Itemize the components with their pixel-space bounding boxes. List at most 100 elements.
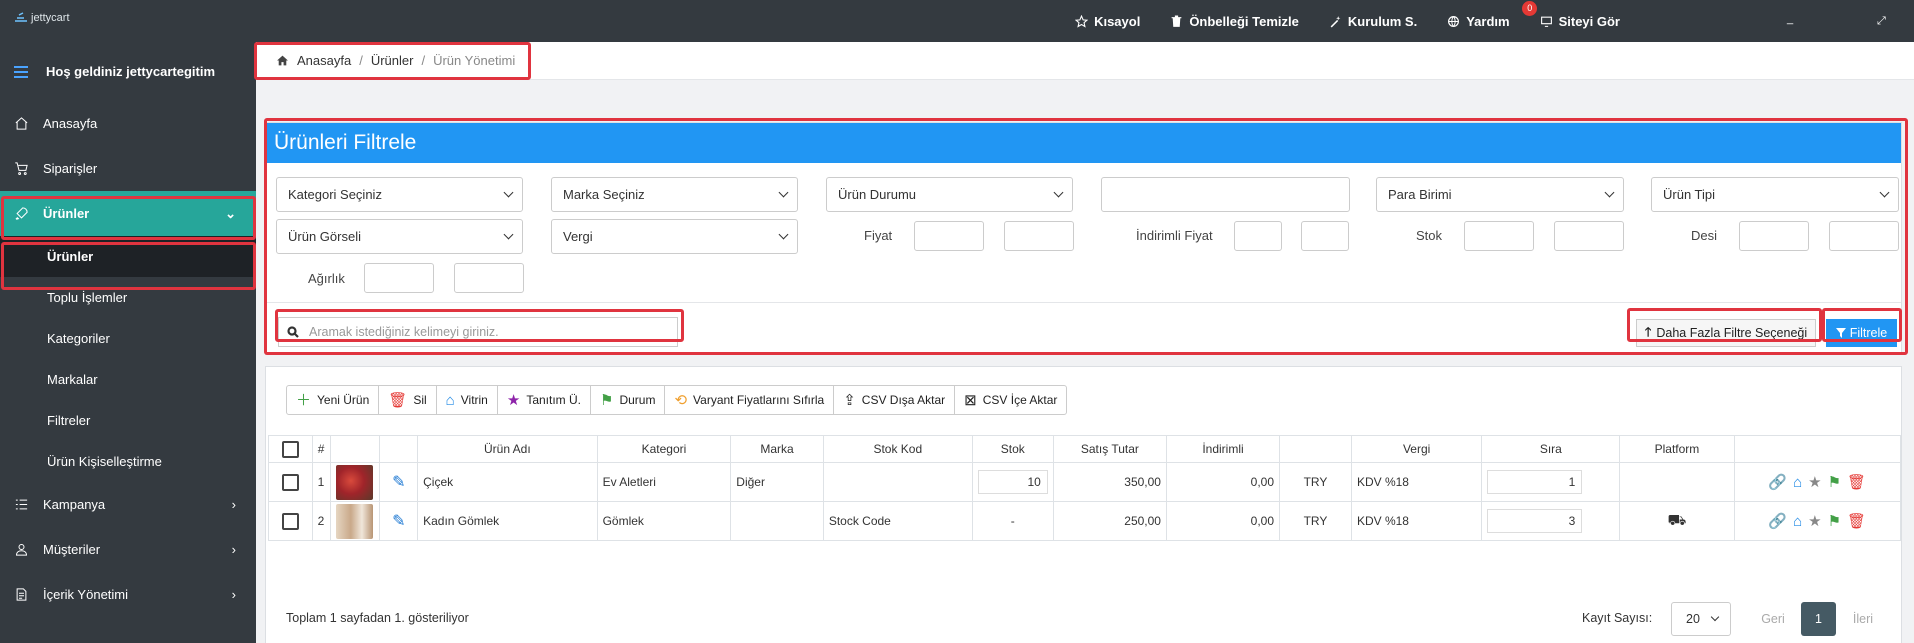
free-text-field[interactable] [1101,177,1350,212]
sidebar-item-content[interactable]: İçerik Yönetimi › [0,572,256,617]
chevron-down-icon: ⌄ [225,205,236,221]
chevron-right-icon: › [231,587,236,602]
showcase-button[interactable]: ⌂ Vitrin [437,386,498,414]
table-row[interactable]: 1 ✎ Çiçek Ev Aletleri Diğer 10 350,00 0,… [268,462,1901,502]
logo-text: jettycart [31,12,70,24]
home-icon[interactable]: ⌂ [1793,474,1802,491]
per-page-select[interactable]: 20 [1671,602,1731,636]
csv-import-button[interactable]: ⊠ CSV İçe Aktar [955,386,1066,414]
col-edit [379,435,419,463]
weight-min-input[interactable] [364,263,434,293]
delete-button[interactable]: 🗑 Sil [379,386,437,414]
col-tax[interactable]: Vergi [1350,435,1483,463]
col-order[interactable]: Sıra [1481,435,1621,463]
row-checkbox[interactable] [281,473,299,491]
view-site-link[interactable]: Siteyi Gör [1540,14,1620,29]
home-icon[interactable]: ⌂ [1793,513,1802,530]
edit-pencil-icon[interactable]: ✎ [392,513,405,530]
star-icon[interactable]: ★ [1808,512,1821,530]
stock-min-input[interactable] [1464,221,1534,251]
product-thumbnail[interactable] [335,503,373,539]
col-price[interactable]: Satış Tutar [1052,435,1167,463]
trash-icon[interactable]: 🗑 [1847,512,1866,530]
sidebar-subitem-categories[interactable]: Kategoriler [0,318,256,359]
desi-max-input[interactable] [1829,221,1899,251]
sidebar-item-products[interactable]: Ürünler ⌄ [0,191,256,236]
sidebar-item-home[interactable]: Anasayfa [0,101,256,146]
status-button[interactable]: ⚑ Durum [591,386,666,414]
sidebar-subitem-bulk[interactable]: Toplu İşlemler [0,277,256,318]
promo-button[interactable]: ★ Tanıtım Ü. [498,386,591,414]
rocket-icon [15,207,28,220]
link-icon[interactable]: 🔗 [1768,473,1787,491]
product-thumbnail[interactable] [335,464,373,500]
product-type-select[interactable]: Ürün Tipi [1651,177,1899,212]
discount-min-input[interactable] [1234,221,1282,251]
fullscreen-icon[interactable]: ⤢ [1877,15,1886,28]
row-platform [1619,462,1735,502]
edit-pencil-icon[interactable]: ✎ [392,474,405,491]
sidebar-subitem-products[interactable]: Ürünler [0,236,256,277]
reset-variant-button[interactable]: ⟲ Varyant Fiyatlarını Sıfırla [665,386,835,414]
menu-toggle-icon[interactable] [14,65,28,78]
clear-cache-link[interactable]: Önbelleği Temizle [1170,14,1299,29]
shortcut-link[interactable]: Kısayol [1075,14,1140,29]
next-page-button[interactable]: İleri [1843,602,1883,636]
setup-link[interactable]: Kurulum S. [1329,14,1417,29]
platform-icon: ⛟ [1667,511,1687,529]
desi-min-input[interactable] [1739,221,1809,251]
minimize-icon[interactable]: _ [1787,13,1793,25]
col-stock-code[interactable]: Stok Kod [822,435,973,463]
csv-export-button[interactable]: ⇪ CSV Dışa Aktar [834,386,956,414]
price-min-input[interactable] [914,221,984,251]
page-1-button[interactable]: 1 [1801,602,1836,636]
new-product-button[interactable]: ＋ Yeni Ürün [287,386,380,414]
select-all-checkbox[interactable] [281,440,299,458]
col-category[interactable]: Kategori [596,435,732,463]
col-brand[interactable]: Marka [730,435,824,463]
brand-select[interactable]: Marka Seçiniz [551,177,798,212]
prev-page-button[interactable]: Geri [1753,602,1793,636]
flag-icon[interactable]: ⚑ [1828,512,1841,530]
help-link[interactable]: Yardım 0 [1447,0,1538,29]
stock-input[interactable]: 10 [977,470,1048,494]
price-max-input[interactable] [1004,221,1074,251]
image-select[interactable]: Ürün Görseli [276,219,523,254]
col-stock[interactable]: Stok [971,435,1054,463]
trash-icon[interactable]: 🗑 [1847,473,1866,491]
col-discount[interactable]: İndirimli [1165,435,1281,463]
stock-max-input[interactable] [1554,221,1624,251]
sidebar-item-orders[interactable]: Siparişler [0,146,256,191]
row-checkbox[interactable] [281,512,299,530]
order-input[interactable]: 3 [1487,509,1583,533]
filter-button[interactable]: Filtrele [1826,319,1897,347]
table-row[interactable]: 2 ✎ Kadın Gömlek Gömlek Stock Code - 250… [268,501,1901,541]
col-name[interactable]: Ürün Adı [417,435,598,463]
search-input[interactable]: Aramak istediğiniz kelimeyi giriniz. [278,317,678,347]
currency-select[interactable]: Para Birimi [1376,177,1624,212]
discount-max-input[interactable] [1301,221,1349,251]
sidebar: Hoş geldiniz jettycartegitim Anasayfa Si… [0,42,256,643]
star-icon[interactable]: ★ [1808,473,1821,491]
sidebar-subitem-personalization[interactable]: Ürün Kişiselleştirme [0,441,256,482]
logo[interactable]: jettycart [14,12,70,24]
category-select[interactable]: Kategori Seçiniz [276,177,523,212]
flag-icon[interactable]: ⚑ [1828,473,1841,491]
row-category: Ev Aletleri [596,462,732,502]
weight-max-input[interactable] [454,263,524,293]
status-label: Durum [619,393,656,407]
status-select[interactable]: Ürün Durumu [826,177,1073,212]
sidebar-subitem-filters[interactable]: Filtreler [0,400,256,441]
link-icon[interactable]: 🔗 [1768,512,1787,530]
chevron-down-icon [1604,187,1615,198]
sidebar-item-customers[interactable]: Müşteriler › [0,527,256,572]
chevron-down-icon [1053,187,1064,198]
order-input[interactable]: 1 [1487,470,1583,494]
breadcrumb-products[interactable]: Ürünler [371,53,414,68]
sidebar-subitem-brands[interactable]: Markalar [0,359,256,400]
sidebar-item-campaign[interactable]: Kampanya › [0,482,256,527]
breadcrumb-home[interactable]: Anasayfa [297,53,351,68]
shortcut-label: Kısayol [1094,13,1141,29]
tax-select[interactable]: Vergi [551,219,798,254]
more-filters-button[interactable]: 🡑 Daha Fazla Filtre Seçeneği [1636,319,1816,347]
